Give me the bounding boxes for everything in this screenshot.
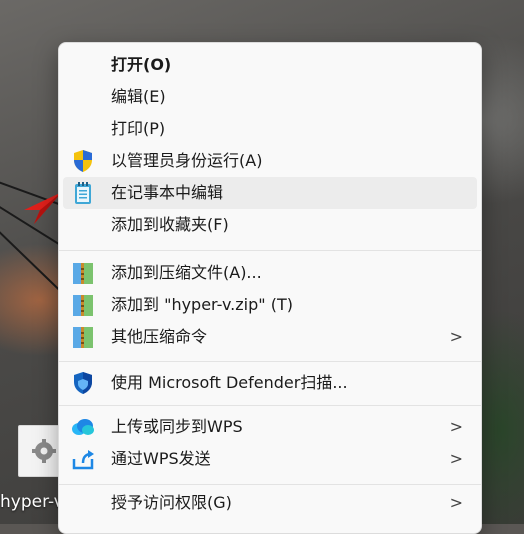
menu-separator — [59, 405, 481, 406]
cloud-icon — [71, 415, 95, 439]
menu-item-add-to-favorites[interactable]: 添加到收藏夹(F) — [63, 209, 477, 241]
menu-item-label: 使用 Microsoft Defender扫描... — [111, 373, 348, 392]
menu-item-defender-scan[interactable]: 使用 Microsoft Defender扫描... — [63, 367, 477, 399]
menu-item-label: 打开(O) — [111, 55, 172, 74]
menu-separator — [59, 484, 481, 485]
menu-item-more-compress-commands[interactable]: 其他压缩命令 > — [63, 321, 477, 353]
menu-item-open[interactable]: 打开(O) — [63, 49, 477, 81]
menu-item-run-as-admin[interactable]: 以管理员身份运行(A) — [63, 145, 477, 177]
menu-item-label: 编辑(E) — [111, 87, 166, 106]
menu-item-label: 授予访问权限(G) — [111, 493, 232, 512]
menu-item-label: 添加到压缩文件(A)... — [111, 263, 262, 282]
menu-item-label: 打印(P) — [111, 119, 166, 138]
share-icon — [71, 447, 95, 471]
notepad-icon — [71, 181, 95, 205]
menu-item-label: 在记事本中编辑 — [111, 183, 224, 202]
shield-icon — [71, 149, 95, 173]
defender-icon — [71, 371, 95, 395]
winrar-icon — [71, 261, 95, 285]
menu-item-add-to-zip[interactable]: 添加到 "hyper-v.zip" (T) — [63, 289, 477, 321]
chevron-right-icon: > — [449, 449, 463, 468]
menu-item-edit-in-notepad[interactable]: 在记事本中编辑 — [63, 177, 477, 209]
desktop-file-label[interactable]: hyper-v — [0, 492, 64, 512]
gear-icon — [32, 439, 56, 463]
menu-item-wps-upload-sync[interactable]: 上传或同步到WPS > — [63, 411, 477, 443]
chevron-right-icon: > — [449, 417, 463, 436]
menu-separator — [59, 361, 481, 362]
menu-item-add-to-archive[interactable]: 添加到压缩文件(A)... — [63, 257, 477, 289]
menu-item-print[interactable]: 打印(P) — [63, 113, 477, 145]
menu-separator — [59, 250, 481, 251]
menu-item-edit[interactable]: 编辑(E) — [63, 81, 477, 113]
chevron-right-icon: > — [449, 493, 463, 512]
winrar-icon — [71, 293, 95, 317]
menu-item-label: 添加到收藏夹(F) — [111, 215, 229, 234]
menu-item-label: 上传或同步到WPS — [111, 417, 243, 436]
context-menu: 打开(O) 编辑(E) 打印(P) 以管理员身份运行(A) 在记事本中编辑 添加… — [58, 42, 482, 534]
winrar-icon — [71, 325, 95, 349]
menu-item-label: 通过WPS发送 — [111, 449, 211, 468]
menu-item-label: 其他压缩命令 — [111, 327, 208, 346]
menu-item-grant-access[interactable]: 授予访问权限(G) > — [63, 487, 477, 519]
chevron-right-icon: > — [449, 327, 463, 346]
menu-item-send-via-wps[interactable]: 通过WPS发送 > — [63, 443, 477, 475]
menu-item-label: 以管理员身份运行(A) — [111, 151, 263, 170]
menu-item-label: 添加到 "hyper-v.zip" (T) — [111, 295, 293, 314]
